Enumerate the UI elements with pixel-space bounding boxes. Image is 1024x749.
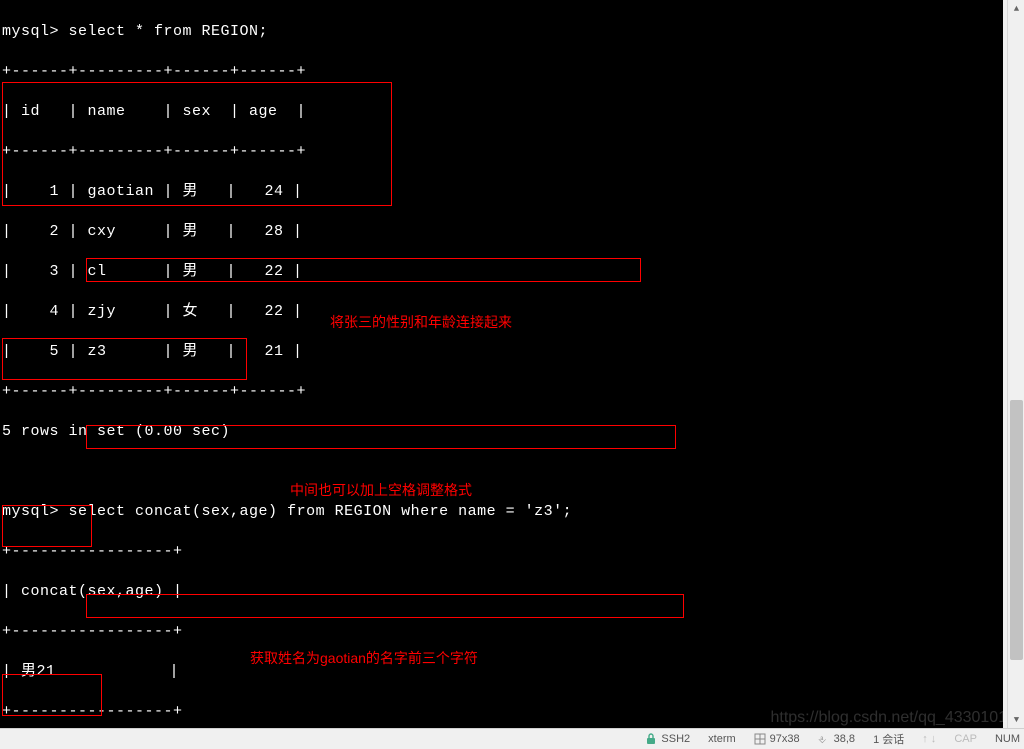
lock-icon	[645, 733, 657, 745]
annotation-2: 中间也可以加上空格调整格式	[290, 480, 472, 500]
svg-text:⎀: ⎀	[818, 735, 826, 745]
status-pos-label: 38,8	[834, 733, 855, 745]
cursor-icon: ⎀	[818, 733, 830, 745]
status-num: NUM	[995, 733, 1020, 745]
table-border: +-----------------+	[2, 702, 1001, 722]
annotation-3: 获取姓名为gaotian的名字前三个字符	[250, 648, 478, 668]
table-border: +------+---------+------+------+	[2, 62, 1001, 82]
table-row: | 5 | z3 | 男 | 21 |	[2, 342, 1001, 362]
mysql-prompt: mysql>	[2, 23, 59, 40]
table-border: +------+---------+------+------+	[2, 382, 1001, 402]
table-row: | 3 | cl | 男 | 22 |	[2, 262, 1001, 282]
table-row: | 1 | gaotian | 男 | 24 |	[2, 182, 1001, 202]
terminal-output[interactable]: mysql> select * from REGION; +------+---…	[0, 0, 1003, 728]
status-term: xterm	[708, 733, 736, 745]
grid-icon	[754, 733, 766, 745]
table-row: | 男21 |	[2, 662, 1001, 682]
mysql-prompt: mysql>	[2, 503, 59, 520]
table-header: | concat(sex,age) |	[2, 582, 1001, 602]
table-border: +------+---------+------+------+	[2, 142, 1001, 162]
query-1: select * from REGION;	[69, 23, 269, 40]
status-sessions: 1 会话	[873, 731, 904, 747]
table-border: +-----------------+	[2, 622, 1001, 642]
annotation-1: 将张三的性别和年龄连接起来	[330, 312, 512, 332]
table-row: | 2 | cxy | 男 | 28 |	[2, 222, 1001, 242]
status-ssh: SSH2	[645, 733, 690, 745]
blank-line	[2, 462, 1001, 482]
status-ssh-label: SSH2	[661, 733, 690, 745]
status-cap: CAP	[954, 733, 977, 745]
scrollbar-thumb[interactable]	[1010, 400, 1023, 660]
scroll-down-button[interactable]: ▼	[1008, 711, 1024, 728]
status-arrows: ↑ ↓	[922, 733, 936, 745]
status-bar: SSH2 xterm 97x38 ⎀ 38,8 1 会话 ↑ ↓ CAP NUM	[0, 728, 1024, 749]
scroll-up-button[interactable]: ▲	[1008, 0, 1024, 17]
table-border: +-----------------+	[2, 542, 1001, 562]
status-size-label: 97x38	[770, 733, 800, 745]
query-2: select concat(sex,age) from REGION where…	[69, 503, 573, 520]
scrollbar-track[interactable]: ▲ ▼	[1007, 0, 1024, 728]
status-size: 97x38	[754, 733, 800, 745]
rows-affected: 5 rows in set (0.00 sec)	[2, 422, 1001, 442]
status-pos: ⎀ 38,8	[818, 733, 855, 745]
table-header: | id | name | sex | age |	[2, 102, 1001, 122]
